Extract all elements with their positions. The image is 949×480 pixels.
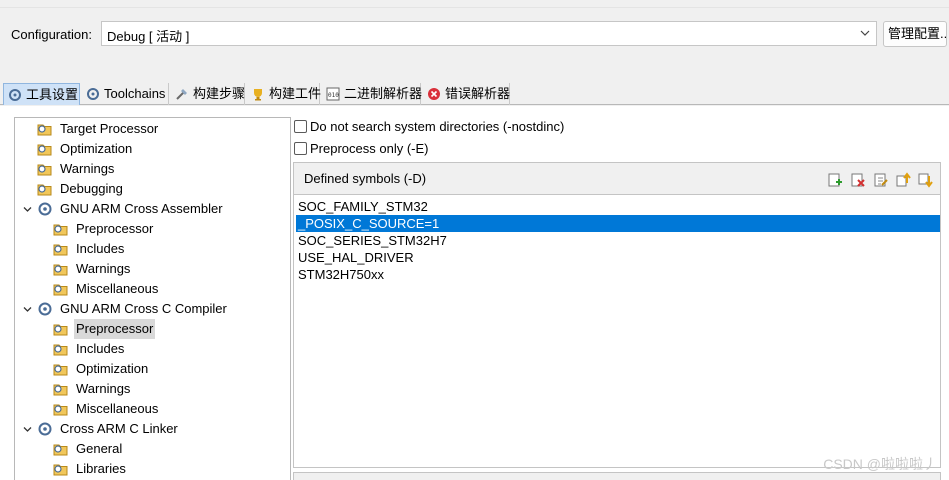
symbol-item[interactable]: USE_HAL_DRIVER [296,249,940,266]
tree-item-label: Miscellaneous [76,281,159,296]
binary-parser-icon: 010 [326,87,340,101]
tab-label: 二进制解析器 [344,86,423,101]
chevron-down-icon [860,30,870,36]
settings-folder-icon [53,404,68,416]
tab-build-steps[interactable]: 构建步骤 [171,83,245,105]
tree-item-label: General [76,441,123,456]
expand-chevron-icon[interactable] [23,305,32,314]
settings-folder-icon [53,244,68,256]
tool-settings-icon [9,89,21,101]
add-icon[interactable] [827,172,843,188]
nostdinc-label: Do not search system directories (-nostd… [310,119,565,134]
expand-chevron-icon[interactable] [23,205,32,214]
tree-item-label: GNU ARM Cross Assembler [60,201,223,216]
tab-label: Toolchains [104,86,166,101]
tree-item-label: Debugging [60,181,123,196]
tab-label: 构建步骤 [193,86,246,101]
tree-item-label: Warnings [76,381,131,396]
symbol-item[interactable]: STM32H750xx [296,266,940,283]
configuration-label: Configuration: [11,27,92,42]
build-steps-icon [176,89,187,100]
tab-label: 工具设置 [26,87,79,102]
symbol-item-selected[interactable]: _POSIX_C_SOURCE=1 [296,215,940,232]
tool-settings-tree[interactable]: Target Processor Optimization Warnings D… [14,117,291,480]
settings-folder-icon [53,344,68,356]
toolchains-icon [87,88,99,100]
settings-folder-icon [53,264,68,276]
tree-item-label: Optimization [60,141,133,156]
preprocess-only-checkbox[interactable] [294,142,307,155]
tab-binary-parser[interactable]: 010 二进制解析器 [322,83,423,105]
svg-text:010: 010 [328,92,339,99]
preprocess-only-label: Preprocess only (-E) [310,141,429,156]
tree-item-label: Cross ARM C Linker [60,421,178,436]
tab-label: 错误解析器 [445,86,511,101]
watermark: CSDN @啦啦啦丿 [823,456,937,472]
preprocessor-settings: Do not search system directories (-nostd… [293,117,949,480]
tree-item-label: Includes [76,241,125,256]
tool-gear-icon [38,422,52,436]
tree-item-label: Warnings [60,161,115,176]
tree-item-label: Miscellaneous [76,401,159,416]
defined-symbols-header: Defined symbols (-D) [294,163,940,195]
tool-gear-icon [38,202,52,216]
error-parser-icon [428,88,440,100]
settings-folder-icon [53,444,68,456]
settings-folder-icon [53,284,68,296]
configuration-value: Debug [ 活动 ] [107,29,190,44]
tab-toolchains[interactable]: Toolchains [82,83,169,105]
delete-icon[interactable] [850,172,866,188]
edit-icon[interactable] [873,172,889,188]
settings-folder-icon [37,124,52,136]
defined-symbols-panel: Defined symbols (-D) SOC_FAMILY_STM32 _P… [293,162,941,468]
tree-item-label: Warnings [76,261,131,276]
tab-error-parser[interactable]: 错误解析器 [423,83,510,105]
settings-folder-icon [53,364,68,376]
settings-folder-icon [53,384,68,396]
tab-build-artifact[interactable]: 构建工件 [247,83,322,105]
symbol-item[interactable]: SOC_SERIES_STM32H7 [296,232,940,249]
tool-gear-icon [38,302,52,316]
tree-item-label: GNU ARM Cross C Compiler [60,301,227,316]
manage-configurations-button[interactable]: 管理配置... [883,21,947,47]
settings-folder-icon [37,144,52,156]
expand-chevron-icon[interactable] [23,425,32,434]
defined-symbols-title: Defined symbols (-D) [304,171,427,186]
configuration-select[interactable]: Debug [ 活动 ] [101,21,877,46]
tree-item-label: Libraries [76,461,126,476]
settings-content: Target Processor Optimization Warnings D… [0,106,949,480]
move-down-icon[interactable] [917,172,933,188]
settings-folder-icon [37,164,52,176]
tree-item-label: Preprocessor [76,221,154,236]
settings-folder-icon [53,224,68,236]
settings-folder-icon [53,464,68,476]
build-artifact-icon [254,89,262,101]
top-strip [0,0,949,8]
tab-label: 构建工件 [269,86,322,101]
symbol-item[interactable]: SOC_FAMILY_STM32 [296,198,940,215]
tab-tool-settings[interactable]: 工具设置 [3,83,80,105]
settings-tab-bar: 工具设置 Toolchains 构建步骤 构建工件 010 二进制解析器 错误解… [0,82,949,105]
tree-item-label: Optimization [76,361,149,376]
tree-item-label: Preprocessor [74,319,156,339]
move-up-icon[interactable] [895,172,911,188]
nostdinc-checkbox[interactable] [294,120,307,133]
configuration-row: Configuration: Debug [ 活动 ] 管理配置... [0,8,949,76]
tree-item-label: Includes [76,341,125,356]
tree-item-label: Target Processor [60,121,159,136]
settings-folder-icon [53,324,68,336]
settings-folder-icon [37,184,52,196]
